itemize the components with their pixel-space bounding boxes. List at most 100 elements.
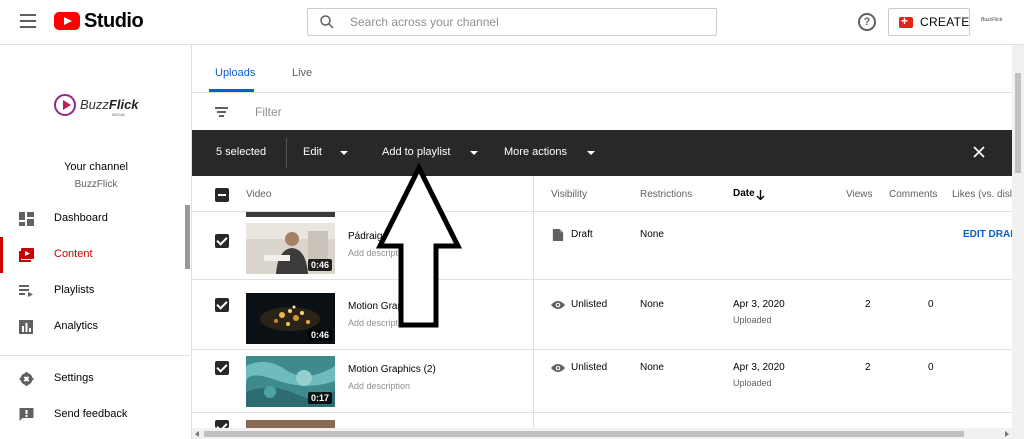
video-title[interactable]: Motion Graphics (3) (348, 301, 436, 312)
sidebar-scrollbar[interactable] (185, 205, 190, 269)
feedback-icon (19, 408, 34, 421)
sidebar-item-playlists[interactable]: Playlists (0, 273, 190, 309)
youtube-logo-icon[interactable] (54, 12, 80, 30)
scroll-right-icon[interactable] (1005, 431, 1009, 437)
scroll-left-icon[interactable] (195, 431, 199, 437)
sidebar-item-label: Send feedback (54, 408, 128, 420)
more-actions-dropdown[interactable]: More actions (504, 146, 567, 158)
sidebar-item-send-feedback[interactable]: Send feedback (0, 397, 190, 433)
restrictions-value: None (640, 299, 664, 310)
scrollbar-thumb[interactable] (1015, 73, 1021, 173)
bulk-action-bar: 5 selected Edit Add to playlist More act… (192, 130, 1012, 176)
column-visibility[interactable]: Visibility (551, 189, 587, 200)
chevron-down-icon[interactable] (587, 151, 595, 155)
brand-sub: MEDIA (112, 112, 125, 117)
eye-icon (551, 301, 565, 309)
edit-dropdown[interactable]: Edit (303, 146, 322, 158)
upload-status: Uploaded (733, 378, 772, 388)
sort-arrow-down-icon[interactable] (756, 190, 765, 200)
brand-name-light: Buzz (80, 97, 109, 112)
your-channel-label: Your channel (64, 161, 128, 173)
filter-icon[interactable] (215, 107, 228, 117)
tab-live[interactable]: Live (292, 67, 312, 79)
dashboard-icon (19, 212, 34, 226)
views-count: 2 (865, 299, 871, 310)
column-likes[interactable]: Likes (vs. disli (952, 189, 1014, 200)
search-input[interactable]: Search across your channel (307, 8, 717, 36)
video-thumbnail[interactable] (246, 420, 335, 428)
filter-input[interactable]: Filter (255, 105, 282, 119)
table-header: Video Visibility Restrictions Date Views… (192, 176, 1014, 212)
visibility-status[interactable]: Unlisted (571, 362, 607, 373)
help-icon[interactable]: ? (858, 13, 876, 31)
table-row[interactable]: 0:17 Motion Graphics (2) Add description… (192, 350, 1012, 413)
video-thumbnail[interactable]: 0:46 (246, 293, 335, 344)
table-row[interactable]: 0:46 Motion Graphics (3) Add description… (192, 287, 1012, 350)
filter-bar[interactable]: Filter (192, 93, 1012, 130)
account-label: BuzzFlick (981, 17, 1003, 23)
video-duration: 0:46 (307, 259, 332, 271)
content-icon (19, 248, 34, 262)
sidebar-item-dashboard[interactable]: Dashboard (0, 201, 190, 237)
row-checkbox[interactable] (215, 420, 229, 428)
analytics-icon (19, 320, 33, 334)
select-all-checkbox[interactable] (215, 188, 229, 202)
sidebar-item-analytics[interactable]: Analytics (0, 309, 190, 345)
close-icon[interactable] (971, 144, 987, 160)
column-comments[interactable]: Comments (889, 189, 937, 200)
tab-uploads[interactable]: Uploads (215, 67, 255, 79)
sidebar-item-settings[interactable]: Settings (0, 361, 190, 397)
sidebar-item-label: Content (54, 248, 93, 260)
table-row[interactable]: 0:46 Pádraig Coffey 1 Add description Dr… (192, 217, 1022, 280)
video-description[interactable]: Add description (348, 381, 410, 391)
camera-plus-icon (899, 14, 913, 28)
comments-count: 0 (928, 299, 934, 310)
column-video: Video (246, 189, 272, 200)
chevron-down-icon[interactable] (470, 151, 478, 155)
video-title[interactable]: Pádraig Coffey 1 (348, 231, 422, 242)
restrictions-value: None (640, 229, 664, 240)
views-count: 2 (865, 362, 871, 373)
visibility-status[interactable]: Unlisted (571, 299, 607, 310)
vertical-scrollbar[interactable] (1012, 45, 1024, 439)
sidebar-divider (0, 355, 190, 356)
column-restrictions[interactable]: Restrictions (640, 189, 692, 200)
row-checkbox[interactable] (215, 234, 229, 248)
video-description[interactable]: Add description (348, 318, 410, 328)
video-description[interactable]: Add description (348, 248, 410, 258)
upload-date: Apr 3, 2020 (733, 299, 785, 310)
channel-logo[interactable]: BuzzFlick MEDIA (54, 92, 144, 120)
video-title[interactable]: Motion Graphics (2) (348, 364, 436, 375)
content-tabs: Uploads Live (192, 45, 1012, 93)
row-checkbox[interactable] (215, 298, 229, 312)
menu-icon[interactable] (20, 14, 36, 28)
column-views[interactable]: Views (846, 189, 873, 200)
sidebar-item-content[interactable]: Content (0, 237, 190, 273)
column-date[interactable]: Date (733, 188, 755, 199)
search-icon (320, 15, 334, 29)
eye-icon (551, 364, 565, 372)
restrictions-value: None (640, 362, 664, 373)
row-checkbox[interactable] (215, 361, 229, 375)
video-thumbnail[interactable]: 0:17 (246, 356, 335, 407)
visibility-status[interactable]: Draft (571, 229, 593, 240)
create-button[interactable]: CREATE (888, 8, 970, 36)
sidebar-item-label: Dashboard (54, 212, 108, 224)
gear-icon (19, 372, 34, 386)
channel-name: BuzzFlick (74, 179, 118, 190)
brand-name-bold: Flick (108, 97, 139, 112)
sidebar-item-label: Playlists (54, 284, 95, 296)
avatar[interactable]: BuzzFlick (978, 12, 1008, 32)
sidebar-item-label: Analytics (54, 320, 99, 332)
horizontal-scrollbar[interactable] (192, 428, 1012, 439)
studio-logo-text[interactable]: Studio (84, 10, 144, 33)
brand-play-icon (54, 94, 76, 116)
sidebar: BuzzFlick MEDIA Your channel BuzzFlick D… (0, 45, 192, 439)
add-to-playlist-dropdown[interactable]: Add to playlist (382, 146, 450, 158)
upload-status: Uploaded (733, 315, 772, 325)
scrollbar-thumb[interactable] (204, 431, 964, 437)
video-thumbnail[interactable]: 0:46 (246, 223, 335, 274)
video-duration: 0:46 (307, 329, 332, 341)
chevron-down-icon[interactable] (340, 151, 348, 155)
draft-icon (552, 229, 564, 241)
